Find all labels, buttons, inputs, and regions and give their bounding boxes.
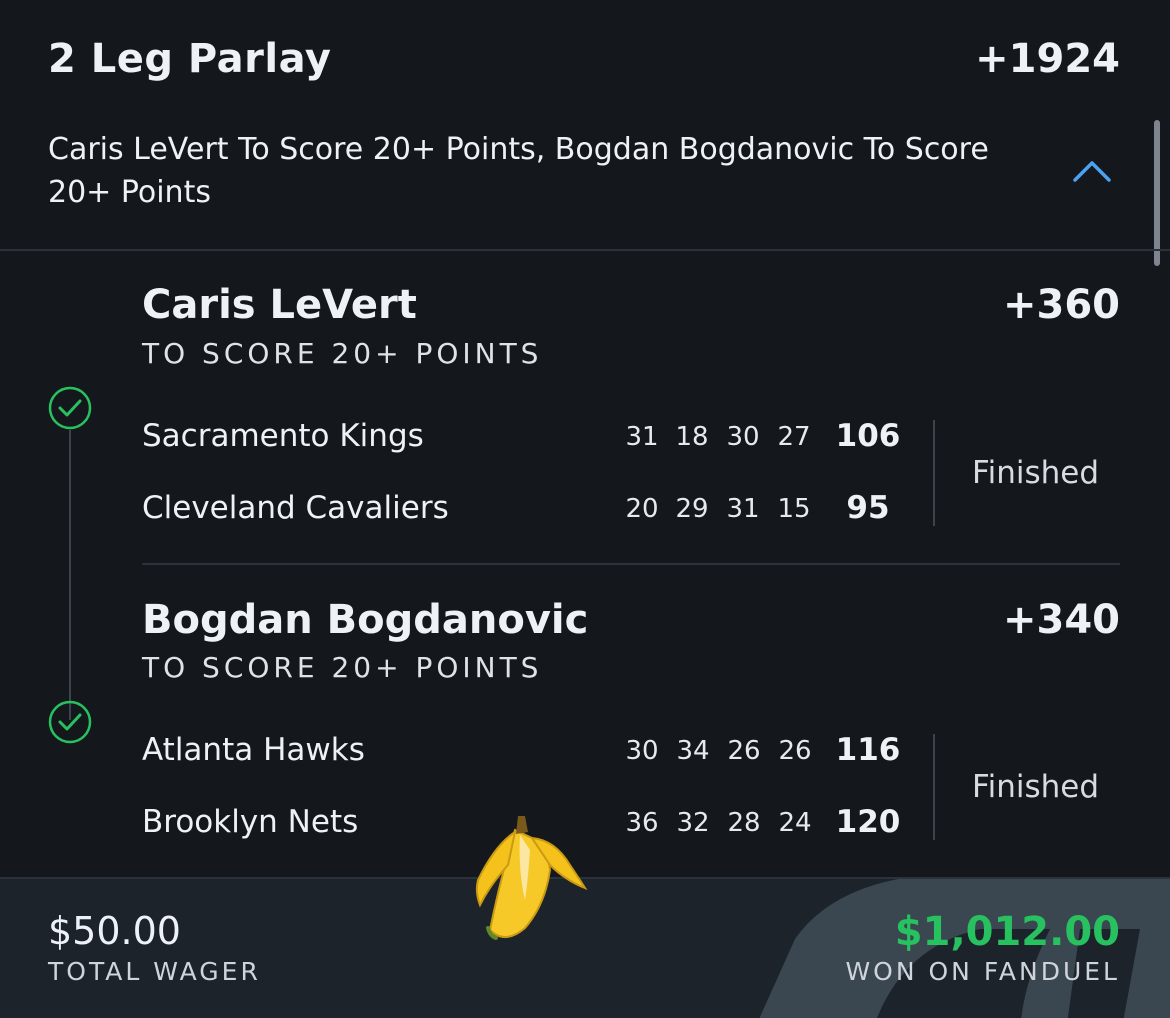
bet-header: 2 Leg Parlay +1924 xyxy=(0,0,1170,120)
vertical-divider xyxy=(933,420,935,526)
team-name: Sacramento Kings xyxy=(142,418,424,454)
quarter-score: 28 xyxy=(727,808,761,838)
team-name: Brooklyn Nets xyxy=(142,804,359,840)
chevron-up-icon[interactable] xyxy=(1072,158,1112,184)
quarter-score: 31 xyxy=(726,494,760,524)
won-label: WON ON FANDUEL xyxy=(845,957,1120,986)
scrollbar-thumb[interactable] xyxy=(1154,120,1160,266)
bet-title: 2 Leg Parlay xyxy=(48,36,332,82)
leg-market: TO SCORE 20+ POINTS xyxy=(142,337,543,370)
final-score: 106 xyxy=(835,418,901,454)
check-circle-icon xyxy=(48,700,92,744)
bet-description: Caris LeVert To Score 20+ Points, Bogdan… xyxy=(48,132,989,210)
leg-player-name: Bogdan Bogdanovic xyxy=(142,597,589,643)
parlay-odds: +1924 xyxy=(975,36,1120,82)
quarter-score: 32 xyxy=(676,808,710,838)
quarter-score: 31 xyxy=(625,422,659,452)
team-name: Cleveland Cavaliers xyxy=(142,490,449,526)
leg-odds: +360 xyxy=(1002,282,1120,328)
final-score: 95 xyxy=(846,490,890,526)
quarter-score: 27 xyxy=(777,422,811,452)
quarter-score: 30 xyxy=(726,422,760,452)
quarter-score: 18 xyxy=(675,422,709,452)
team-name: Atlanta Hawks xyxy=(142,732,365,768)
leg-market: TO SCORE 20+ POINTS xyxy=(142,651,543,684)
total-wager-amount: $50.00 xyxy=(48,909,181,953)
leg-player-name: Caris LeVert xyxy=(142,282,417,328)
leg-odds: +340 xyxy=(1002,597,1120,643)
quarter-score: 24 xyxy=(778,808,812,838)
quarter-score: 36 xyxy=(625,808,659,838)
quarter-score: 15 xyxy=(777,494,811,524)
game-status: Finished xyxy=(972,769,1099,805)
legs-timeline-line xyxy=(69,430,71,720)
divider xyxy=(0,249,1170,251)
check-circle-icon xyxy=(48,386,92,430)
game-status: Finished xyxy=(972,455,1099,491)
quarter-score: 26 xyxy=(727,736,761,766)
divider xyxy=(142,563,1120,565)
banana-emoji xyxy=(475,816,588,940)
won-amount: $1,012.00 xyxy=(894,909,1120,955)
final-score: 120 xyxy=(835,804,901,840)
quarter-score: 29 xyxy=(675,494,709,524)
quarter-score: 20 xyxy=(625,494,659,524)
quarter-score: 30 xyxy=(625,736,659,766)
vertical-divider xyxy=(933,734,935,840)
quarter-score: 34 xyxy=(676,736,710,766)
final-score: 116 xyxy=(835,732,901,768)
total-wager-label: TOTAL WAGER xyxy=(48,957,261,986)
quarter-score: 26 xyxy=(778,736,812,766)
